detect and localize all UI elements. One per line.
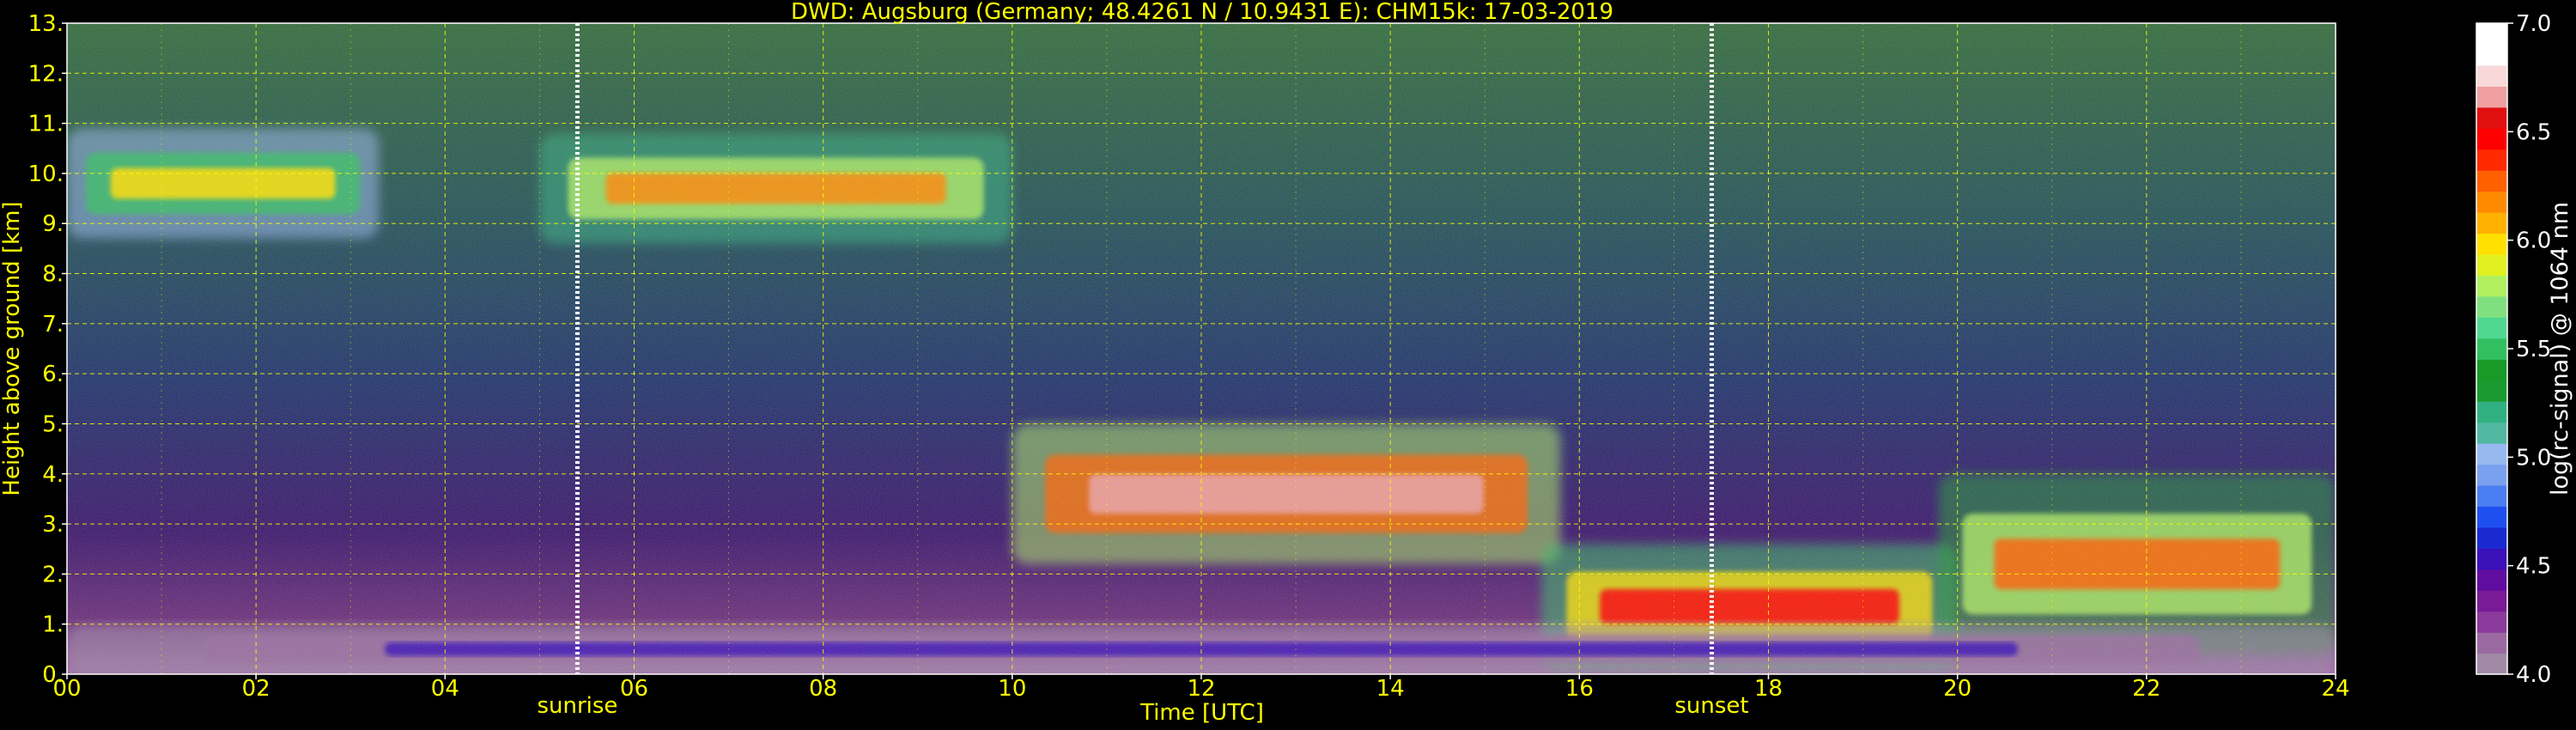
colorbar-swatch-25 <box>2476 128 2507 150</box>
y-tick-label-4: 4. <box>42 462 64 488</box>
chart-title: DWD: Augsburg (Germany; 48.4261 N / 10.9… <box>791 0 1613 25</box>
colorbar-swatch-22 <box>2476 191 2507 213</box>
x-tick-label-9: 18 <box>1754 676 1783 702</box>
colorbar-swatch-20 <box>2476 233 2507 255</box>
colorbar-swatch-4 <box>2476 569 2507 591</box>
colorbar-label: log(rc-signal) @ 1064 nm <box>2547 202 2573 496</box>
colorbar-swatch-24 <box>2476 149 2507 171</box>
colorbar-swatch-29 <box>2476 44 2507 66</box>
colorbar-swatch-17 <box>2476 295 2507 318</box>
colorbar-swatch-0 <box>2476 653 2507 675</box>
colorbar-swatch-13 <box>2476 380 2507 402</box>
y-tick-label-5: 5. <box>42 411 64 437</box>
colorbar-swatch-10 <box>2476 443 2507 465</box>
y-tick-label-10: 10. <box>28 161 64 187</box>
y-tick-label-11: 11. <box>28 112 64 137</box>
colorbar-tick-label-0: 4.0 <box>2516 662 2551 688</box>
colorbar-swatch-23 <box>2476 170 2507 192</box>
colorbar-swatch-9 <box>2476 464 2507 486</box>
annotation-sunset: sunset <box>1674 693 1748 719</box>
x-tick-label-2: 04 <box>431 676 459 702</box>
colorbar-swatch-19 <box>2476 253 2507 277</box>
x-axis: 00 02 04 06 08 10 12 14 16 18 20 22 24 <box>52 674 2350 702</box>
colorbar-swatch-3 <box>2476 590 2507 612</box>
colorbar-swatch-18 <box>2476 275 2507 297</box>
colorbar-tick-label-5: 6.5 <box>2516 119 2551 145</box>
annotation-sunrise: sunrise <box>537 693 617 719</box>
colorbar-swatch-27 <box>2476 86 2507 108</box>
y-axis: 0. 1. 2. 3. 4. 5. 6. 7. 8. 9. 10. 11. 12. 13. <box>28 11 67 688</box>
y-tick-label-2: 2. <box>42 562 64 587</box>
y-tick-label-8: 8. <box>42 262 64 288</box>
colorbar-swatch-11 <box>2476 422 2507 444</box>
colorbar-swatch-8 <box>2476 484 2507 507</box>
colorbar-swatch-1 <box>2476 632 2507 654</box>
colorbar-swatch-14 <box>2476 359 2507 381</box>
colorbar-swatch-28 <box>2476 64 2507 87</box>
y-tick-label-6: 6. <box>42 362 64 387</box>
y-tick-label-9: 9. <box>42 211 64 237</box>
colorbar-tick-label-6: 7.0 <box>2516 11 2551 37</box>
colorbar-swatch-16 <box>2476 317 2507 339</box>
colorbar-swatch-30 <box>2476 23 2507 46</box>
x-tick-label-4: 08 <box>809 676 837 702</box>
x-tick-label-11: 22 <box>2132 676 2160 702</box>
colorbar: 4.04.55.05.56.06.57.0 log(rc-signal) @ 1… <box>2476 11 2573 688</box>
colorbar-swatch-5 <box>2476 548 2507 570</box>
y-tick-label-13: 13. <box>28 11 64 37</box>
y-tick-label-0: 0. <box>42 662 64 688</box>
ceilometer-figure: 00 02 04 06 08 10 12 14 16 18 20 22 24 0. 1. 2. 3. 4. 5. 6… <box>0 0 2576 730</box>
colorbar-swatch-6 <box>2476 526 2507 549</box>
colorbar-ticks: 4.04.55.05.56.06.57.0 <box>2507 11 2551 688</box>
y-tick-label-7: 7. <box>42 312 64 338</box>
x-tick-label-5: 10 <box>998 676 1026 702</box>
colorbar-swatch-21 <box>2476 212 2507 234</box>
colorbar-tick-label-1: 4.5 <box>2516 554 2551 580</box>
y-tick-label-3: 3. <box>42 512 64 538</box>
x-tick-label-6: 12 <box>1187 676 1215 702</box>
x-tick-label-1: 02 <box>242 676 270 702</box>
x-tick-label-10: 20 <box>1943 676 1971 702</box>
x-tick-label-3: 06 <box>620 676 648 702</box>
y-tick-label-1: 1. <box>42 612 64 638</box>
x-axis-label: Time [UTC] <box>1139 700 1264 726</box>
colorbar-swatches <box>2476 23 2507 675</box>
colorbar-swatch-7 <box>2476 506 2507 528</box>
colorbar-swatch-12 <box>2476 401 2507 423</box>
colorbar-swatch-2 <box>2476 611 2507 633</box>
y-tick-label-12: 12. <box>28 61 64 87</box>
colorbar-swatch-15 <box>2476 338 2507 360</box>
x-tick-label-8: 16 <box>1565 676 1594 702</box>
x-tick-label-7: 14 <box>1376 676 1405 702</box>
colorbar-swatch-26 <box>2476 106 2507 129</box>
x-tick-label-12: 24 <box>2321 676 2349 702</box>
plot-area <box>66 22 2336 675</box>
y-axis-label: Height above ground [km] <box>0 201 25 496</box>
